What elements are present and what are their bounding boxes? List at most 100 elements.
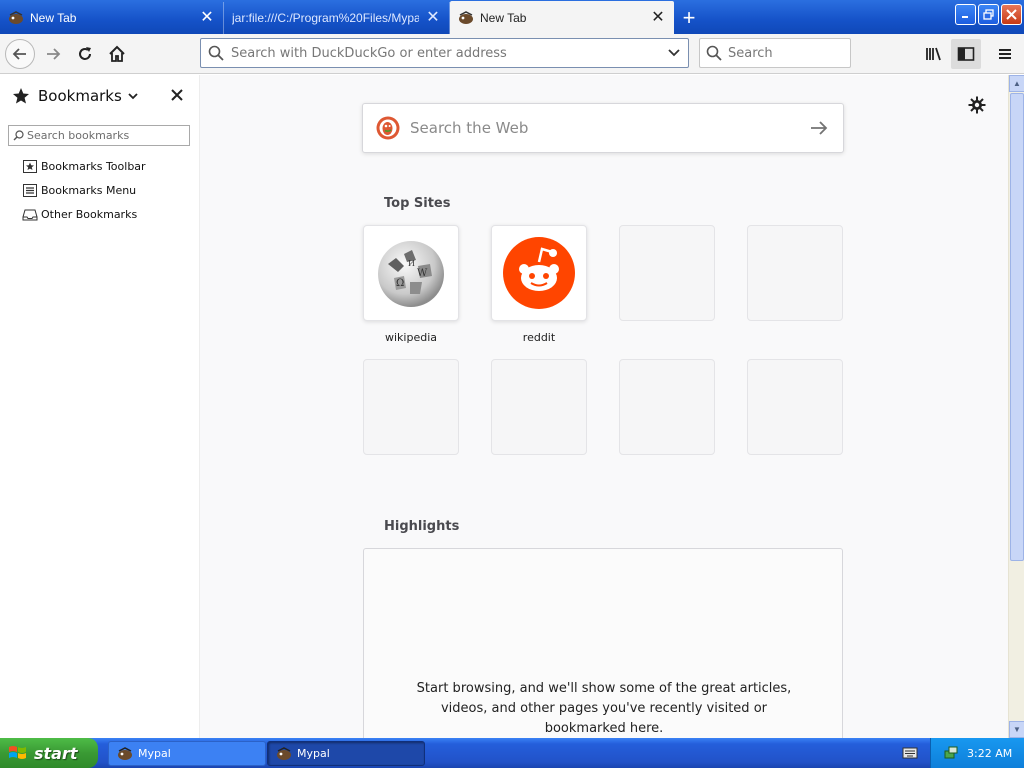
start-label: start <box>34 743 78 763</box>
close-icon <box>1006 9 1017 20</box>
scrollbar-thumb[interactable] <box>1010 93 1024 561</box>
tab-close-icon[interactable]: ✕ <box>425 10 441 26</box>
search-input[interactable] <box>728 45 850 61</box>
url-input[interactable] <box>231 45 660 61</box>
tree-item-label: Bookmarks Toolbar <box>41 159 146 173</box>
sidebar-icon <box>957 47 975 61</box>
other-bookmarks-icon <box>22 207 38 221</box>
keyboard-icon[interactable] <box>902 745 918 761</box>
window-close-button[interactable] <box>1001 4 1022 25</box>
forward-arrow-icon <box>47 48 61 60</box>
tree-item-label: Bookmarks Menu <box>41 183 137 197</box>
customize-button[interactable] <box>967 95 987 115</box>
tree-item-bookmarks-toolbar[interactable]: Bookmarks Toolbar <box>0 154 199 178</box>
reddit-alien-icon <box>503 237 575 309</box>
url-bar[interactable] <box>200 38 689 68</box>
restore-icon <box>983 9 994 20</box>
hamburger-menu-icon <box>999 49 1011 59</box>
scroll-up-arrow-icon[interactable]: ▲ <box>1009 75 1024 92</box>
top-site-placeholder[interactable] <box>747 359 843 455</box>
reload-button[interactable] <box>70 39 100 69</box>
windows-flag-icon <box>9 746 26 759</box>
svg-text:W: W <box>417 268 428 279</box>
library-icon <box>926 47 941 61</box>
web-search-box[interactable] <box>362 103 844 153</box>
navigation-toolbar <box>0 34 1024 74</box>
new-tab-button[interactable]: + <box>674 2 704 34</box>
top-site-tile-reddit[interactable] <box>491 225 587 321</box>
search-bar[interactable] <box>699 38 851 68</box>
bookmarks-sidebar: Bookmarks Bookmarks Toolbar Bookmarks Me… <box>0 75 200 738</box>
bookmarks-tree: Bookmarks Toolbar Bookmarks Menu Other B… <box>0 154 199 226</box>
vertical-scrollbar[interactable]: ▲ ▼ <box>1008 75 1024 738</box>
network-icon[interactable] <box>943 745 959 761</box>
library-button[interactable] <box>919 39 949 69</box>
highlights-message: Start browsing, and we'll show some of t… <box>416 681 792 736</box>
bookmarks-search-box[interactable] <box>8 125 190 146</box>
sidebar-toggle-button[interactable] <box>951 39 981 69</box>
scroll-down-arrow-icon[interactable]: ▼ <box>1009 721 1024 738</box>
taskbar-button-mypal-active[interactable]: Mypal <box>267 741 425 766</box>
tab-title: jar:file:///C:/Program%20Files/Mypal/ <box>232 11 419 25</box>
window-minimize-button[interactable] <box>955 4 976 25</box>
new-tab-page: Top Sites Ω W И wikipedia reddit Highl <box>200 75 1008 738</box>
top-site-placeholder[interactable] <box>491 359 587 455</box>
top-site-tile-wikipedia[interactable]: Ω W И <box>363 225 459 321</box>
close-icon <box>171 89 183 101</box>
top-site-placeholder[interactable] <box>619 359 715 455</box>
star-icon <box>13 88 29 104</box>
mypal-favicon-icon <box>459 10 473 24</box>
clock: 3:22 AM <box>967 746 1013 760</box>
tab-close-icon[interactable]: ✕ <box>650 9 666 26</box>
top-site-placeholder[interactable] <box>363 359 459 455</box>
mypal-app-icon <box>277 746 291 760</box>
back-button[interactable] <box>5 39 35 69</box>
tree-item-bookmarks-menu[interactable]: Bookmarks Menu <box>0 178 199 202</box>
tree-item-label: Other Bookmarks <box>41 207 138 221</box>
mypal-favicon-icon <box>9 11 23 24</box>
menu-button[interactable] <box>990 39 1020 69</box>
top-site-placeholder[interactable] <box>619 225 715 321</box>
back-arrow-icon <box>12 48 26 60</box>
highlights-empty-state: Start browsing, and we'll show some of t… <box>363 548 843 738</box>
tab-close-icon[interactable]: ✕ <box>199 10 215 26</box>
top-site-placeholder[interactable] <box>747 225 843 321</box>
gear-icon <box>968 96 986 114</box>
search-submit-arrow-icon[interactable] <box>795 120 843 136</box>
top-site-label: wikipedia <box>384 331 437 344</box>
minimize-icon <box>962 16 968 18</box>
chevron-down-icon[interactable] <box>660 48 688 58</box>
top-site-label: reddit <box>522 331 556 344</box>
start-button[interactable]: start <box>0 738 98 768</box>
tab-new-tab-active[interactable]: New Tab ✕ <box>450 1 674 34</box>
tab-title: New Tab <box>480 10 527 25</box>
reload-icon <box>79 47 91 60</box>
taskbar-button-mypal[interactable]: Mypal <box>108 741 266 766</box>
window-restore-button[interactable] <box>978 4 999 25</box>
tab-jar-file[interactable]: jar:file:///C:/Program%20Files/Mypal/ ✕ <box>224 2 450 34</box>
search-icon <box>700 45 728 61</box>
taskbar: start Mypal Mypal 3:22 AM <box>0 738 1024 768</box>
tab-title: New Tab <box>30 11 77 25</box>
tab-new-tab-1[interactable]: New Tab ✕ <box>0 2 224 34</box>
home-icon <box>109 45 125 62</box>
bookmarks-toolbar-icon <box>22 159 38 173</box>
duckduckgo-logo-icon <box>376 116 400 140</box>
tab-strip: New Tab ✕ jar:file:///C:/Program%20Files… <box>0 0 1024 34</box>
bookmarks-menu-icon <box>22 183 38 197</box>
svg-text:И: И <box>408 259 415 268</box>
mypal-app-icon <box>118 746 132 760</box>
web-search-input[interactable] <box>410 119 795 137</box>
highlights-heading: Highlights <box>384 519 460 534</box>
tree-item-other-bookmarks[interactable]: Other Bookmarks <box>0 202 199 226</box>
home-button[interactable] <box>102 39 132 69</box>
bookmarks-search-input[interactable] <box>27 129 185 142</box>
svg-text:Ω: Ω <box>396 278 404 289</box>
chevron-down-icon <box>128 93 138 100</box>
wikipedia-globe-icon: Ω W И <box>378 241 444 307</box>
top-sites-heading: Top Sites <box>384 196 451 211</box>
sidebar-close-button[interactable] <box>168 86 186 104</box>
system-tray: 3:22 AM <box>930 738 1024 768</box>
forward-button[interactable] <box>38 39 68 69</box>
search-icon <box>201 45 231 61</box>
